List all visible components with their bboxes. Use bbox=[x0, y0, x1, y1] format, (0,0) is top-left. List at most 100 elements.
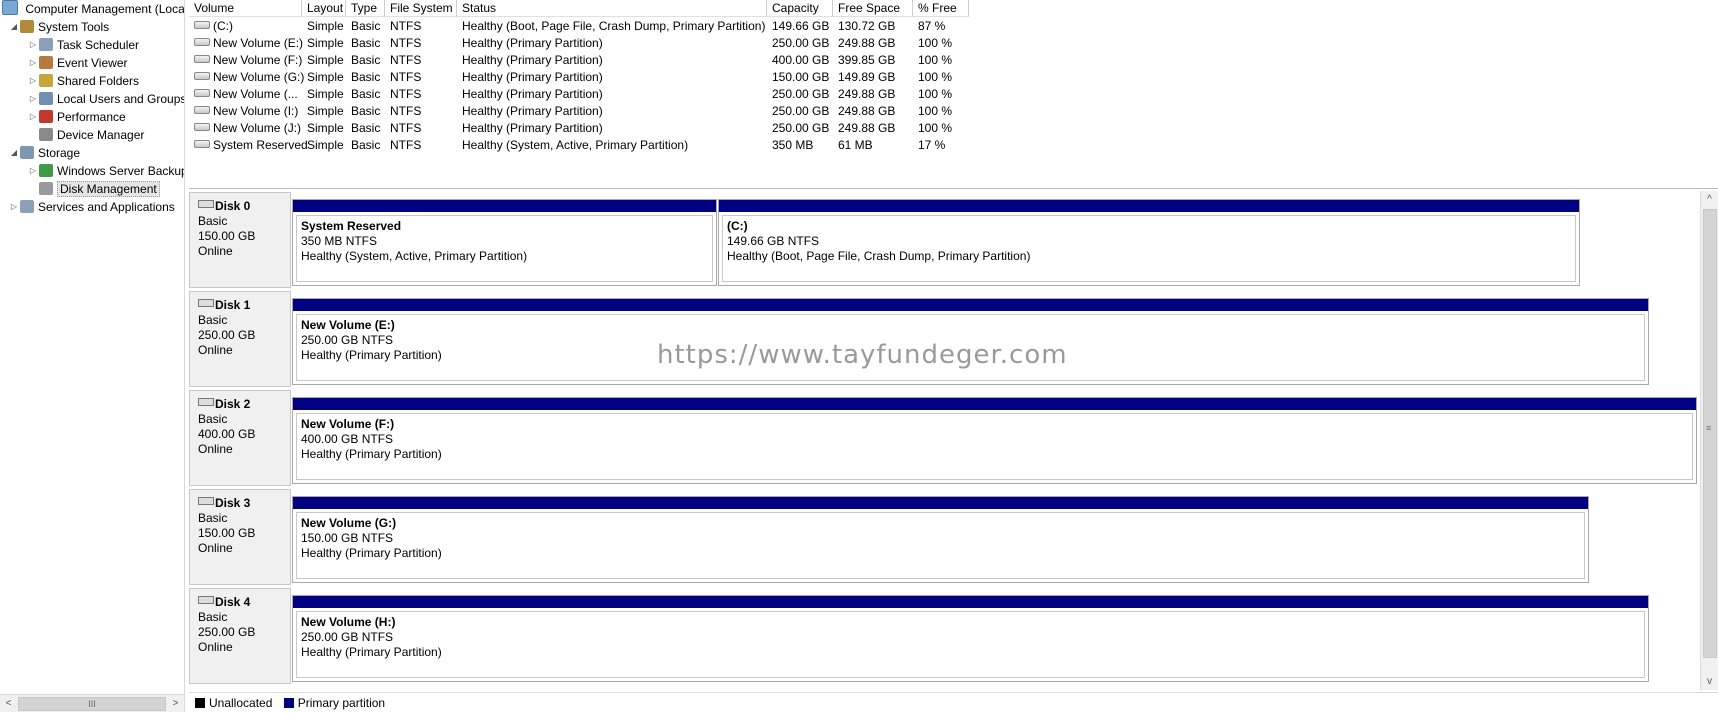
tree-item-local-users-and-groups[interactable]: ▷ Local Users and Groups bbox=[30, 90, 184, 108]
tree-item-task-scheduler[interactable]: ▷ Task Scheduler bbox=[30, 36, 139, 54]
cell-capacity: 149.66 GB bbox=[767, 18, 829, 35]
expand-arrow-icon[interactable]: ▷ bbox=[28, 90, 38, 108]
column-header-type[interactable]: Type bbox=[346, 0, 385, 17]
cell-volume: New Volume (F:) bbox=[189, 52, 302, 69]
disk-name: Disk 3 bbox=[215, 496, 251, 510]
partition-block[interactable]: New Volume (H:) 250.00 GB NTFS Healthy (Pr… bbox=[292, 595, 1649, 682]
scroll-down-icon[interactable]: v bbox=[1701, 673, 1718, 690]
disk-row: Disk 3 Basic 150.00 GB Online New Volume (G:… bbox=[189, 489, 1699, 585]
expand-arrow-icon[interactable]: ▷ bbox=[9, 198, 19, 216]
column-header-free-space[interactable]: Free Space bbox=[833, 0, 913, 17]
column-header-file-system[interactable]: File System bbox=[385, 0, 457, 17]
table-cell: 250.00 GB bbox=[772, 87, 830, 101]
table-row[interactable]: New Volume (I:) Simple Basic NTFS Healthy (P… bbox=[189, 103, 1718, 120]
scroll-thumb-vertical[interactable]: ≡ bbox=[1703, 209, 1717, 658]
partition-name: System Reserved bbox=[301, 219, 402, 233]
table-cell: NTFS bbox=[390, 53, 422, 67]
tree-item-services-and-applications[interactable]: ▷ Services and Applications bbox=[11, 198, 175, 216]
partition-block[interactable]: System Reserved 350 MB NTFS Healthy (Syste… bbox=[292, 199, 717, 286]
disk-size: 400.00 GB bbox=[198, 427, 256, 441]
tree-horizontal-scrollbar[interactable]: < III > bbox=[0, 694, 184, 712]
cell-type: Basic bbox=[346, 35, 380, 52]
table-row[interactable]: New Volume (... Simple Basic NTFS Healthy (P… bbox=[189, 86, 1718, 103]
scroll-left-icon[interactable]: < bbox=[0, 695, 17, 712]
tree-item-event-viewer[interactable]: ▷ Event Viewer bbox=[30, 54, 127, 72]
table-cell: Simple bbox=[307, 19, 344, 33]
primary-partition-swatch bbox=[283, 698, 294, 708]
disk-row: Disk 2 Basic 400.00 GB Online New Volume (F:… bbox=[189, 390, 1699, 486]
drive-icon bbox=[194, 38, 210, 46]
cell-status: Healthy (Primary Partition) bbox=[457, 120, 603, 137]
primary-partition-bar bbox=[293, 200, 716, 212]
cell-free-space: 249.88 GB bbox=[833, 120, 895, 137]
column-header-capacity[interactable]: Capacity bbox=[767, 0, 833, 17]
disk-size: 150.00 GB bbox=[198, 229, 256, 243]
expand-arrow-icon[interactable]: ▷ bbox=[28, 36, 38, 54]
column-header--free[interactable]: % Free bbox=[913, 0, 969, 17]
column-header-layout[interactable]: Layout bbox=[302, 0, 346, 17]
tree-item-disk-management[interactable]: Disk Management bbox=[39, 180, 160, 198]
table-cell: 61 MB bbox=[838, 138, 873, 152]
column-header-status[interactable]: Status bbox=[457, 0, 767, 17]
table-cell: 100 % bbox=[918, 53, 953, 67]
drive-icon bbox=[194, 106, 210, 114]
tree-root-computer-management[interactable]: Computer Management (Local bbox=[2, 0, 184, 18]
partition-block[interactable]: New Volume (G:) 150.00 GB NTFS Healthy (Pr… bbox=[292, 496, 1589, 583]
table-row[interactable]: New Volume (F:) Simple Basic NTFS Healthy (P… bbox=[189, 52, 1718, 69]
cell-layout: Simple bbox=[302, 103, 344, 120]
scroll-up-icon[interactable]: ^ bbox=[1701, 191, 1718, 208]
expand-arrow-icon[interactable]: ▷ bbox=[28, 54, 38, 72]
table-row[interactable]: New Volume (J:) Simple Basic NTFS Healthy (P… bbox=[189, 120, 1718, 137]
partition-name: New Volume (F:) bbox=[301, 417, 395, 431]
cell--free: 100 % bbox=[913, 69, 952, 86]
tree-item-device-manager[interactable]: Device Manager bbox=[39, 126, 144, 144]
scroll-thumb[interactable]: III bbox=[18, 697, 166, 711]
disk-label[interactable]: Disk 3 Basic 150.00 GB Online bbox=[189, 489, 291, 585]
disk-label[interactable]: Disk 4 Basic 250.00 GB Online bbox=[189, 588, 291, 684]
tree-item-performance[interactable]: ▷ Performance bbox=[30, 108, 126, 126]
cell-free-space: 61 MB bbox=[833, 137, 873, 154]
disk-icon bbox=[198, 596, 214, 604]
cell-free-space: 130.72 GB bbox=[833, 18, 895, 35]
cell-status: Healthy (Primary Partition) bbox=[457, 86, 603, 103]
table-cell: 17 % bbox=[918, 138, 946, 152]
table-cell: NTFS bbox=[390, 104, 422, 118]
users-icon bbox=[39, 92, 53, 105]
table-cell: 149.66 GB bbox=[772, 19, 830, 33]
expand-arrow-icon[interactable]: ▷ bbox=[28, 72, 38, 90]
partition-body: System Reserved 350 MB NTFS Healthy (Syste… bbox=[296, 215, 713, 282]
expand-arrow-icon[interactable]: ▷ bbox=[28, 162, 38, 180]
table-cell: New Volume (E:) bbox=[213, 36, 304, 50]
disk-label[interactable]: Disk 1 Basic 250.00 GB Online bbox=[189, 291, 291, 387]
tree-item-storage[interactable]: ◢ Storage bbox=[11, 144, 80, 162]
disk-name: Disk 1 bbox=[215, 298, 251, 312]
table-row[interactable]: New Volume (G:) Simple Basic NTFS Healthy (P… bbox=[189, 69, 1718, 86]
table-cell: Basic bbox=[351, 138, 381, 152]
table-row[interactable]: System Reserved Simple Basic NTFS Healthy (S… bbox=[189, 137, 1718, 154]
disk-label[interactable]: Disk 2 Basic 400.00 GB Online bbox=[189, 390, 291, 486]
column-header-volume[interactable]: Volume bbox=[189, 0, 302, 17]
cell-status: Healthy (Primary Partition) bbox=[457, 52, 603, 69]
tree-item-system-tools[interactable]: ◢ System Tools bbox=[11, 18, 109, 36]
collapse-arrow-icon[interactable]: ◢ bbox=[9, 18, 19, 36]
legend: Unallocated Primary partition bbox=[189, 692, 1718, 713]
disk-label[interactable]: Disk 0 Basic 150.00 GB Online bbox=[189, 192, 291, 288]
partition-body: New Volume (H:) 250.00 GB NTFS Healthy (Pr… bbox=[296, 611, 1645, 678]
cell-volume: New Volume (G:) bbox=[189, 69, 304, 86]
shared-folder-icon bbox=[39, 74, 53, 87]
table-cell: Basic bbox=[351, 70, 381, 84]
collapse-arrow-icon[interactable]: ◢ bbox=[9, 144, 19, 162]
tree-item-windows-server-backup[interactable]: ▷ Windows Server Backup bbox=[30, 162, 184, 180]
disk-vertical-scrollbar[interactable]: ^ ≡ v bbox=[1700, 191, 1718, 690]
scroll-right-icon[interactable]: > bbox=[167, 695, 184, 712]
cell-volume: System Reserved bbox=[189, 137, 308, 154]
partition-block[interactable]: New Volume (F:) 400.00 GB NTFS Healthy (Pr… bbox=[292, 397, 1697, 484]
cell-capacity: 350 MB bbox=[767, 137, 813, 154]
table-cell: Simple bbox=[307, 36, 344, 50]
expand-arrow-icon[interactable]: ▷ bbox=[28, 108, 38, 126]
table-row[interactable]: New Volume (E:) Simple Basic NTFS Healthy (P… bbox=[189, 35, 1718, 52]
partition-block[interactable]: (C:) 149.66 GB NTFS Healthy (Boot, Page Fi… bbox=[718, 199, 1580, 286]
table-row[interactable]: (C:) Simple Basic NTFS Healthy (Boot, Page F… bbox=[189, 18, 1718, 35]
tree-item-shared-folders[interactable]: ▷ Shared Folders bbox=[30, 72, 139, 90]
disk-state: Online bbox=[198, 442, 233, 456]
